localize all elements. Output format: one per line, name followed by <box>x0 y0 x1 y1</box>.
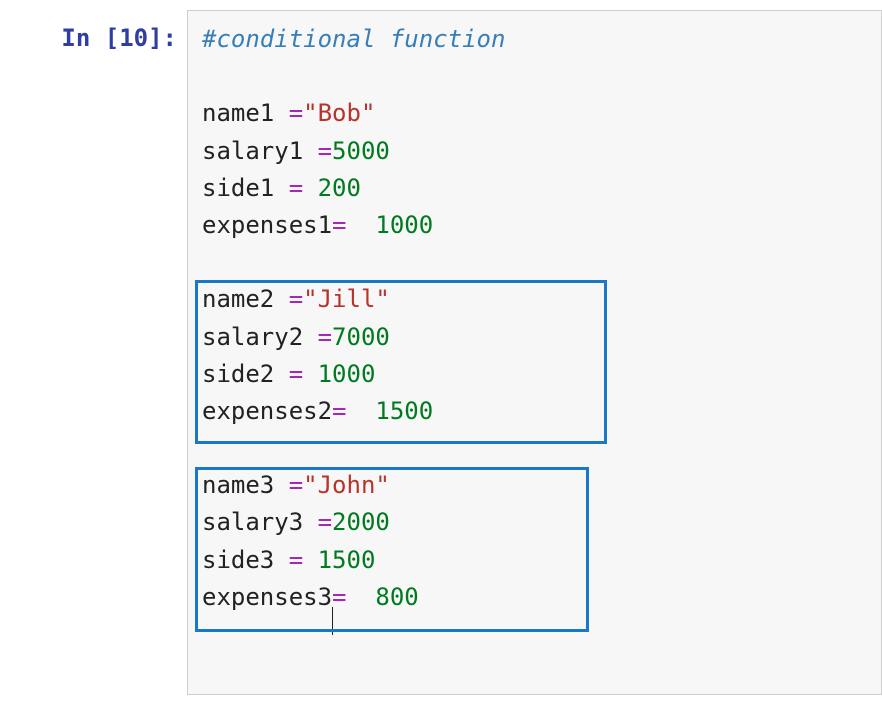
code-comment: #conditional function <box>202 25 505 53</box>
code-number: 800 <box>375 583 418 611</box>
code-operator: = <box>289 285 303 313</box>
code-number: 200 <box>318 174 361 202</box>
code-identifier: salary2 <box>202 323 318 351</box>
prompt-left-bracket: [ <box>105 24 119 52</box>
code-identifier: side2 <box>202 360 289 388</box>
code-identifier: name2 <box>202 285 289 313</box>
notebook-code-cell: In [10]: #conditional function name1 ="B… <box>0 0 882 705</box>
code-operator: = <box>332 397 346 425</box>
code-operator: = <box>332 211 346 239</box>
code-operator: = <box>289 546 303 574</box>
code-editor-content[interactable]: #conditional function name1 ="Bob" salar… <box>202 21 867 616</box>
code-identifier: salary1 <box>202 137 318 165</box>
prompt-execution-count: 10 <box>119 24 148 52</box>
code-space <box>303 546 317 574</box>
code-operator: = <box>289 99 303 127</box>
code-input-area[interactable]: #conditional function name1 ="Bob" salar… <box>187 10 882 695</box>
code-space <box>347 397 376 425</box>
code-string: "John" <box>303 471 390 499</box>
code-number: 1500 <box>318 546 376 574</box>
code-identifier: side1 <box>202 174 289 202</box>
code-string: "Bob" <box>303 99 375 127</box>
code-string: "Jill" <box>303 285 390 313</box>
code-identifier: name3 <box>202 471 289 499</box>
code-number: 1000 <box>375 211 433 239</box>
code-operator: = <box>289 174 303 202</box>
code-identifier: name1 <box>202 99 289 127</box>
code-operator: = <box>332 583 346 611</box>
code-operator: = <box>289 360 303 388</box>
code-identifier: side3 <box>202 546 289 574</box>
code-space <box>303 174 317 202</box>
code-number: 1500 <box>375 397 433 425</box>
code-identifier: expenses1 <box>202 211 332 239</box>
code-identifier: expenses2 <box>202 397 332 425</box>
code-operator: = <box>318 508 332 536</box>
code-space <box>303 360 317 388</box>
input-prompt: In [10]: <box>0 10 187 695</box>
code-space <box>347 583 376 611</box>
code-space <box>347 211 376 239</box>
code-operator: = <box>318 323 332 351</box>
code-number: 1000 <box>318 360 376 388</box>
code-identifier: salary3 <box>202 508 318 536</box>
code-number: 5000 <box>332 137 390 165</box>
prompt-in-label: In <box>61 24 104 52</box>
code-number: 2000 <box>332 508 390 536</box>
code-operator: = <box>289 471 303 499</box>
code-number: 7000 <box>332 323 390 351</box>
code-operator: = <box>318 137 332 165</box>
prompt-right-bracket: ]: <box>148 24 177 52</box>
code-identifier: expenses3 <box>202 583 332 611</box>
